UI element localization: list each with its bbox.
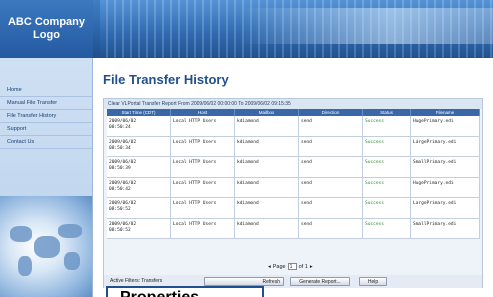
column-header-start-time[interactable]: Start Time (CDT) — [107, 109, 171, 116]
cell-start-time: 2009/06/02 08:50:42 — [107, 177, 171, 197]
cell-host: Local HTTP Users — [171, 157, 235, 177]
cell-filename: LargePrimary.edi — [411, 136, 480, 156]
cell-status: Success — [363, 218, 411, 238]
cell-status: Success — [363, 136, 411, 156]
cell-mailbox: kdiamond — [235, 116, 299, 136]
cell-filename: HugePrimary.edi — [411, 116, 480, 136]
globe-graphic — [0, 196, 92, 297]
cell-mailbox: kdiamond — [235, 136, 299, 156]
cell-direction: send — [299, 177, 363, 197]
table-header-row: Start Time (CDT) Host Mailbox Direction … — [107, 109, 480, 116]
cell-direction: send — [299, 218, 363, 238]
table-row[interactable]: 2009/06/02 08:50:34 Local HTTP Users kdia… — [107, 136, 480, 157]
cell-status: Success — [363, 157, 411, 177]
column-header-host[interactable]: Host — [171, 109, 235, 116]
sidebar-item-support[interactable]: Support — [0, 123, 92, 136]
cell-start-time: 2009/06/02 08:50:52 — [107, 218, 171, 238]
table-row[interactable]: 2009/06/02 08:50:52 Local HTTP Users kdia… — [107, 218, 480, 239]
cell-status: Success — [363, 198, 411, 218]
table-row[interactable]: 2009/06/02 08:50:24 Local HTTP Users kdia… — [107, 116, 480, 137]
cell-mailbox: kdiamond — [235, 157, 299, 177]
cell-host: Local HTTP Users — [171, 116, 235, 136]
cell-status: Success — [363, 116, 411, 136]
cell-mailbox: kdiamond — [235, 198, 299, 218]
pagination: ◂ Page 1 of 1 ▸ — [268, 263, 313, 270]
generate-report-button[interactable]: Generate Report... — [290, 277, 350, 286]
cell-filename: SmallPrimary.edi — [411, 218, 480, 238]
cell-start-time: 2009/06/02 08:50:34 — [107, 136, 171, 156]
page-prefix: Page — [272, 263, 286, 270]
logo-text: ABC Company Logo — [7, 16, 85, 41]
cell-host: Local HTTP Users — [171, 218, 235, 238]
report-caption: Clear VLPortal Transfer Report From 2009… — [104, 99, 482, 109]
properties-callout: Properties — [106, 286, 264, 297]
cell-mailbox: kdiamond — [235, 177, 299, 197]
header-glow — [240, 8, 493, 44]
transfer-table: Start Time (CDT) Host Mailbox Direction … — [107, 109, 480, 239]
prev-page-icon[interactable]: ◂ — [268, 264, 271, 270]
app-header: ABC Company Logo — [0, 0, 493, 58]
column-header-status[interactable]: Status — [363, 109, 411, 116]
cell-start-time: 2009/06/02 08:50:24 — [107, 116, 171, 136]
page-number-input[interactable]: 1 — [287, 263, 297, 270]
cell-filename: LargePrimary.edi — [411, 198, 480, 218]
column-header-filename[interactable]: Filename — [411, 109, 480, 116]
page-title: File Transfer History — [103, 72, 229, 87]
table-row[interactable]: 2009/06/02 08:50:42 Local HTTP Users kdia… — [107, 177, 480, 198]
table-row[interactable]: 2009/06/02 08:50:39 Local HTTP Users kdia… — [107, 157, 480, 178]
page-suffix: of 1 — [298, 263, 308, 270]
cell-host: Local HTTP Users — [171, 177, 235, 197]
cell-start-time: 2009/06/02 08:50:39 — [107, 157, 171, 177]
cell-filename: SmallPrimary.edi — [411, 157, 480, 177]
sidebar-nav: Home Manual File Transfer File Transfer … — [0, 84, 92, 149]
help-button[interactable]: Help — [359, 277, 387, 286]
company-logo[interactable]: ABC Company Logo — [0, 0, 93, 58]
cell-host: Local HTTP Users — [171, 136, 235, 156]
column-header-mailbox[interactable]: Mailbox — [235, 109, 299, 116]
transfer-report-panel: Clear VLPortal Transfer Report From 2009… — [103, 98, 483, 288]
sidebar-item-home[interactable]: Home — [0, 84, 92, 97]
refresh-button[interactable]: Refresh — [204, 277, 284, 286]
next-page-icon[interactable]: ▸ — [310, 264, 313, 270]
cell-direction: send — [299, 136, 363, 156]
cell-direction: send — [299, 116, 363, 136]
cell-direction: send — [299, 198, 363, 218]
active-filters-label: Active Filters: Transfers — [110, 278, 163, 284]
sidebar-item-manual-file-transfer[interactable]: Manual File Transfer — [0, 97, 92, 110]
cell-host: Local HTTP Users — [171, 198, 235, 218]
cell-filename: HugePrimary.edi — [411, 177, 480, 197]
cell-mailbox: kdiamond — [235, 218, 299, 238]
sidebar-item-file-transfer-history[interactable]: File Transfer History — [0, 110, 92, 123]
sidebar-item-contact-us[interactable]: Contact Us — [0, 136, 92, 149]
sidebar: Home Manual File Transfer File Transfer … — [0, 58, 93, 297]
cell-direction: send — [299, 157, 363, 177]
column-header-direction[interactable]: Direction — [299, 109, 363, 116]
table-row[interactable]: 2009/06/02 08:50:52 Local HTTP Users kdia… — [107, 198, 480, 219]
cell-start-time: 2009/06/02 08:50:52 — [107, 198, 171, 218]
cell-status: Success — [363, 177, 411, 197]
